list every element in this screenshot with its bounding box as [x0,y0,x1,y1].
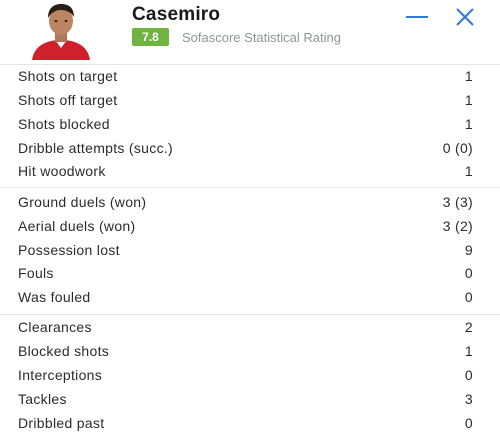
stat-value: 1 [464,68,473,84]
stat-value: 9 [464,242,473,258]
section-divider [0,64,500,65]
stat-label: Possession lost [18,242,120,258]
stat-label: Interceptions [18,367,103,383]
stat-label: Shots blocked [18,116,110,132]
section-divider [0,314,500,315]
stat-value: 3 (3) [442,194,473,210]
close-icon [456,8,474,26]
minimize-icon [406,16,428,18]
minimize-button[interactable] [404,6,430,28]
stat-value: 0 [464,289,473,305]
stat-row-shots-off-target: Shots off target 1 [18,90,473,112]
stat-value: 0 (0) [442,140,473,156]
stat-value: 1 [464,163,473,179]
stat-value: 3 [464,391,473,407]
stat-label: Dribble attempts (succ.) [18,140,174,156]
close-button[interactable] [452,6,478,28]
stat-row-shots-blocked: Shots blocked 1 [18,114,473,136]
stat-label: Tackles [18,391,67,407]
stat-row-blocked-shots: Blocked shots 1 [18,341,473,363]
stat-row-clearances: Clearances 2 [18,317,473,339]
stat-row-aerial-duels: Aerial duels (won) 3 (2) [18,216,473,238]
stat-value: 0 [464,265,473,281]
stat-row-possession-lost: Possession lost 9 [18,240,473,262]
stat-label: Shots off target [18,92,118,108]
rating-badge: 7.8 [132,28,169,46]
stat-row-shots-on-target: Shots on target 1 [18,66,473,88]
stat-label: Clearances [18,319,92,335]
stat-label: Hit woodwork [18,163,106,179]
rating-label: Sofascore Statistical Rating [182,30,341,45]
stat-label: Ground duels (won) [18,194,147,210]
stat-value: 0 [464,367,473,383]
stat-value: 0 [464,415,473,431]
stat-value: 2 [464,319,473,335]
stat-label: Aerial duels (won) [18,218,136,234]
stat-label: Blocked shots [18,343,110,359]
stat-label: Shots on target [18,68,118,84]
stat-value: 1 [464,343,473,359]
player-name: Casemiro [132,4,221,25]
stat-row-tackles: Tackles 3 [18,389,473,411]
player-header: Casemiro 7.8 Sofascore Statistical Ratin… [0,0,500,62]
stat-row-hit-woodwork: Hit woodwork 1 [18,161,473,183]
stat-value: 3 (2) [442,218,473,234]
stat-value: 1 [464,116,473,132]
stat-row-fouls: Fouls 0 [18,263,473,285]
player-avatar [26,2,96,60]
stat-label: Fouls [18,265,54,281]
stat-row-dribble-attempts: Dribble attempts (succ.) 0 (0) [18,138,473,160]
stat-value: 1 [464,92,473,108]
player-photo [32,4,90,60]
section-divider [0,187,500,188]
stat-label: Was fouled [18,289,91,305]
stat-label: Dribbled past [18,415,105,431]
stat-row-was-fouled: Was fouled 0 [18,287,473,309]
stat-row-ground-duels: Ground duels (won) 3 (3) [18,192,473,214]
stat-row-dribbled-past: Dribbled past 0 [18,413,473,435]
stat-row-interceptions: Interceptions 0 [18,365,473,387]
